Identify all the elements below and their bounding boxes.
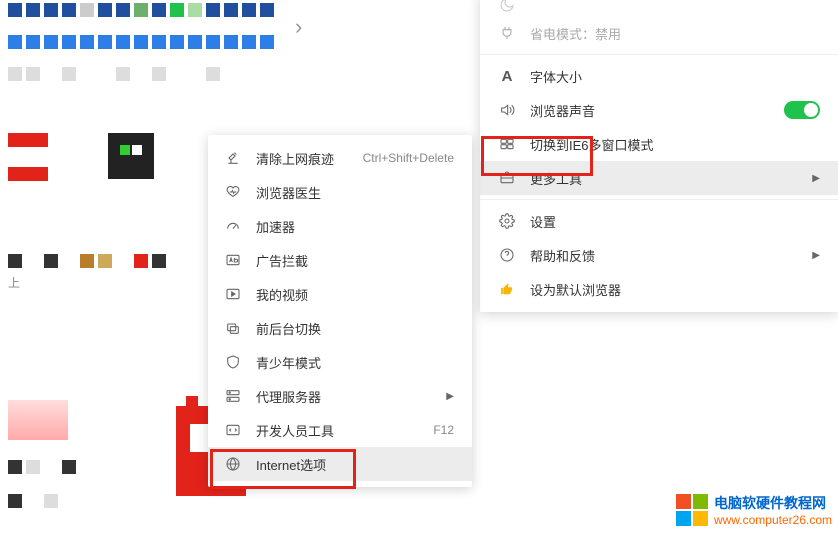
menu-label: Internet选项 [256, 455, 454, 474]
menu-label: 加速器 [256, 217, 454, 236]
multiwindow-icon [498, 135, 516, 153]
menu-internet-options[interactable]: Internet选项 [208, 447, 472, 481]
menu-night-mode[interactable] [480, 0, 838, 16]
sound-toggle[interactable] [784, 101, 820, 119]
globe-icon [224, 455, 242, 473]
play-icon [224, 285, 242, 303]
menu-label: 切换到IE6多窗口模式 [530, 135, 820, 154]
plug-icon [498, 24, 516, 42]
menu-label: 帮助和反馈 [530, 246, 812, 265]
watermark-title: 电脑软硬件教程网 [714, 493, 832, 513]
menu-accelerator[interactable]: 加速器 [208, 209, 472, 243]
chevron-right-icon: ▶ [446, 391, 454, 402]
menu-label: 省电模式：禁用 [530, 24, 820, 43]
ad-icon [224, 251, 242, 269]
brush-icon [224, 149, 242, 167]
gauge-icon [224, 217, 242, 235]
menu-label: 更多工具 [530, 169, 812, 188]
menu-my-videos[interactable]: 我的视频 [208, 277, 472, 311]
proxy-icon [224, 387, 242, 405]
menu-switch-ie6[interactable]: 切换到IE6多窗口模式 [480, 127, 838, 161]
menu-label: 代理服务器 [256, 387, 446, 406]
moon-icon [498, 0, 516, 14]
thumb-icon [498, 280, 516, 298]
watermark-logo-icon [676, 494, 708, 526]
menu-browser-doctor[interactable]: 浏览器医生 [208, 175, 472, 209]
menu-label: 我的视频 [256, 285, 454, 304]
menu-label: 浏览器医生 [256, 183, 454, 202]
submenu-more-tools: 清除上网痕迹 Ctrl+Shift+Delete 浏览器医生 加速器 广告拦截 … [208, 135, 472, 487]
menu-dev-tools[interactable]: 开发人员工具 F12 [208, 413, 472, 447]
separator [480, 199, 838, 200]
menu-power-saving[interactable]: 省电模式：禁用 [480, 16, 838, 50]
shield-icon [224, 353, 242, 371]
chevron-right-icon: ▶ [812, 173, 820, 184]
toolbox-icon [498, 169, 516, 187]
menu-more-tools[interactable]: 更多工具 ▶ [480, 161, 838, 195]
heartbeat-icon [224, 183, 242, 201]
menu-browser-sound[interactable]: 浏览器声音 [480, 93, 838, 127]
menu-label: 前后台切换 [256, 319, 454, 338]
menu-settings[interactable]: 设置 [480, 204, 838, 238]
gear-icon [498, 212, 516, 230]
menu-font-size[interactable]: A 字体大小 [480, 59, 838, 93]
chevron-right-icon: ▶ [812, 250, 820, 261]
font-icon: A [498, 67, 516, 85]
menu-label: 清除上网痕迹 [256, 149, 363, 168]
menu-set-default[interactable]: 设为默认浏览器 [480, 272, 838, 306]
menu-label: 开发人员工具 [256, 421, 433, 440]
menu-label: 设置 [530, 212, 820, 231]
menu-shortcut: Ctrl+Shift+Delete [363, 151, 454, 165]
menu-label: 广告拦截 [256, 251, 454, 270]
separator [480, 54, 838, 55]
windows-icon [224, 319, 242, 337]
main-menu: 省电模式：禁用 A 字体大小 浏览器声音 切换到IE6多窗口模式 更多工具 ▶ … [480, 0, 838, 312]
watermark-url: www.computer26.com [714, 513, 832, 527]
menu-proxy-server[interactable]: 代理服务器 ▶ [208, 379, 472, 413]
help-icon [498, 246, 516, 264]
menu-shortcut: F12 [433, 423, 454, 437]
menu-switch-fg-bg[interactable]: 前后台切换 [208, 311, 472, 345]
menu-help-feedback[interactable]: 帮助和反馈 ▶ [480, 238, 838, 272]
menu-youth-mode[interactable]: 青少年模式 [208, 345, 472, 379]
watermark: 电脑软硬件教程网 www.computer26.com [676, 493, 832, 527]
menu-label: 设为默认浏览器 [530, 280, 820, 299]
sound-icon [498, 101, 516, 119]
menu-label: 青少年模式 [256, 353, 454, 372]
menu-label: 字体大小 [530, 67, 820, 86]
code-icon [224, 421, 242, 439]
menu-ad-block[interactable]: 广告拦截 [208, 243, 472, 277]
menu-label: 浏览器声音 [530, 101, 784, 120]
pagination-arrow[interactable]: › [295, 14, 302, 40]
menu-clear-traces[interactable]: 清除上网痕迹 Ctrl+Shift+Delete [208, 141, 472, 175]
